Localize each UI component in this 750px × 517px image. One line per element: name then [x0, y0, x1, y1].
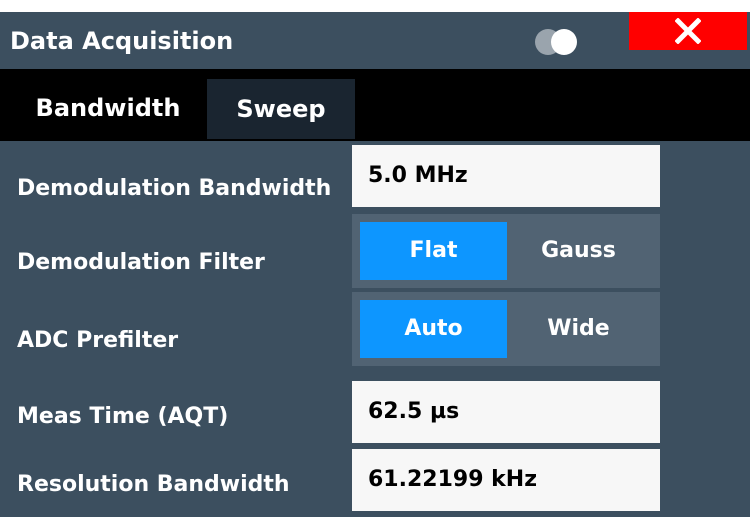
demod-filter-flat-option[interactable]: Flat: [360, 222, 507, 280]
bandwidth-panel: Demodulation Bandwidth 5.0 MHz Demodulat…: [0, 141, 750, 517]
resolution-bandwidth-label: Resolution Bandwidth: [17, 472, 290, 497]
adc-prefilter-wide-option[interactable]: Wide: [505, 300, 652, 358]
meas-time-label: Meas Time (AQT): [17, 404, 229, 429]
demod-bandwidth-label: Demodulation Bandwidth: [17, 176, 332, 201]
tab-sweep[interactable]: Sweep: [207, 79, 355, 139]
close-button[interactable]: [629, 12, 747, 50]
demod-filter-gauss-option[interactable]: Gauss: [505, 222, 652, 280]
dialog-titlebar: Data Acquisition: [0, 12, 750, 69]
adc-prefilter-selector: Auto Wide: [352, 292, 660, 366]
resolution-bandwidth-field[interactable]: 61.22199 kHz: [352, 449, 660, 511]
transparency-toggle-icon[interactable]: [531, 28, 583, 56]
dialog-title: Data Acquisition: [10, 27, 234, 55]
meas-time-field[interactable]: 62.5 µs: [352, 381, 660, 443]
tab-bandwidth[interactable]: Bandwidth: [12, 79, 204, 141]
demod-bandwidth-field[interactable]: 5.0 MHz: [352, 145, 660, 207]
demod-filter-selector: Flat Gauss: [352, 214, 660, 288]
adc-prefilter-label: ADC Prefilter: [17, 328, 179, 353]
demod-filter-label: Demodulation Filter: [17, 250, 265, 275]
data-acquisition-dialog: Data Acquisition Bandwidth Sweep Demodul…: [0, 12, 750, 517]
tab-bar: Bandwidth Sweep: [0, 69, 750, 141]
adc-prefilter-auto-option[interactable]: Auto: [360, 300, 507, 358]
close-icon: [675, 18, 701, 44]
